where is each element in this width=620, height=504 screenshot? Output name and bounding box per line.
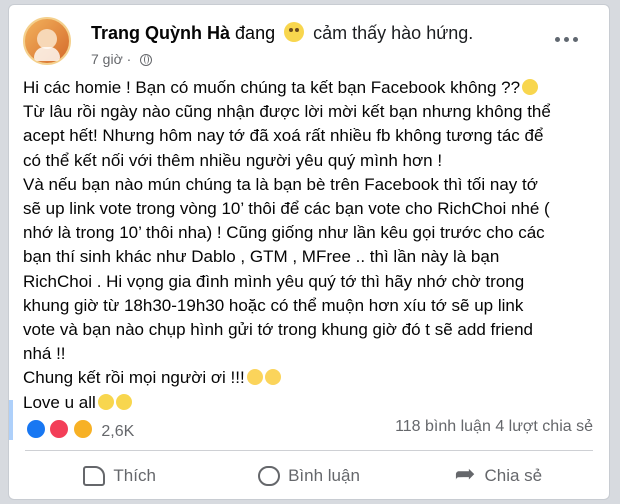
author-status-line: Trang Quỳnh Hà đang cảm thấy hào hứng.	[91, 22, 473, 44]
comment-count[interactable]: 118 bình luận	[395, 418, 491, 435]
actions-separator	[25, 450, 593, 451]
like-reaction-icon	[25, 418, 47, 440]
post-line-2: Từ lâu rồi ngày nào cũng nhận được lời m…	[23, 102, 551, 122]
share-icon	[455, 462, 477, 487]
post-line-12: nhá !!	[23, 344, 66, 364]
author-name[interactable]: Trang Quỳnh Hà	[91, 23, 230, 43]
meta-dot: ·	[126, 51, 132, 67]
post-line-8: bạn thí sinh khác như Dablo , GTM , MFre…	[23, 247, 500, 267]
emoji-icon	[522, 79, 539, 95]
share-button[interactable]: Chia sẻ	[404, 454, 593, 498]
feeling-status: cảm thấy hào hứng.	[313, 23, 474, 43]
happy-emoji-icon	[284, 22, 305, 42]
post-line-5: Và nếu bạn nào mún chúng ta là bạn bè tr…	[23, 174, 538, 194]
avatar-body	[34, 47, 60, 61]
comment-label: Bình luận	[288, 466, 360, 485]
post-line-1: Hi các homie ! Bạn có muốn chúng ta kết …	[23, 76, 593, 100]
post-text: Hi các homie ! Bạn có muốn chúng ta kết …	[23, 76, 593, 415]
post-line-13: Chung kết rồi mọi người ơi !!!	[23, 366, 593, 390]
more-options-icon[interactable]	[555, 37, 583, 47]
comment-icon	[258, 466, 281, 486]
comment-share-summary: 118 bình luận 4 lượt chia sẻ	[395, 418, 593, 436]
like-label: Thích	[113, 466, 156, 485]
share-label: Chia sẻ	[484, 466, 543, 485]
avatar[interactable]	[23, 17, 71, 65]
reaction-count[interactable]: 2,6K	[101, 423, 134, 440]
love-reaction-icon	[48, 418, 71, 440]
post-line-7: nhớ là trong 10’ thôi nha) ! Cũng giống …	[23, 223, 545, 243]
post-header: Trang Quỳnh Hà đang cảm thấy hào hứng. 7…	[23, 15, 597, 71]
status-before: đang	[235, 23, 276, 43]
post-line-10: khung giờ từ 18h30-19h30 hoặc có thể muộ…	[23, 295, 524, 315]
comment-button[interactable]: Bình luận	[214, 454, 403, 498]
like-button[interactable]: Thích	[25, 454, 214, 498]
avatar-face	[37, 29, 57, 49]
laugh-emoji-icon	[246, 369, 263, 386]
reaction-summary[interactable]: 2,6K 118 bình luận 4 lượt chia sẻ	[25, 418, 595, 442]
decorative-left-accent	[9, 400, 13, 440]
globe-icon	[140, 54, 153, 66]
post-line-6: sẽ up link vote trong vòng 10’ thôi để c…	[23, 199, 550, 219]
facebook-post-card: Trang Quỳnh Hà đang cảm thấy hào hứng. 7…	[8, 4, 610, 500]
post-line-11: vote và bạn nào chụp hình gửi tớ trong k…	[23, 320, 534, 340]
haha-reaction-icon	[71, 418, 94, 440]
hug-emoji-icon	[97, 393, 114, 410]
hug-emoji-icon	[115, 393, 132, 410]
post-line-3: acept hết! Nhưng hôm nay tớ đã xoá rất n…	[23, 126, 544, 146]
post-line-9: RichChoi . Hi vọng gia đình mình yêu quý…	[23, 271, 525, 291]
post-line-4: có thể kết nối với thêm nhiều người yêu …	[23, 150, 443, 170]
post-time[interactable]: 7 giờ	[91, 51, 123, 67]
post-meta: 7 giờ ·	[91, 51, 153, 67]
share-count[interactable]: 4 lượt chia sẻ	[495, 418, 593, 435]
like-icon	[83, 466, 106, 486]
laugh-emoji-icon	[264, 369, 281, 386]
post-line-14: Love u all	[23, 391, 593, 415]
post-actions: Thích Bình luận Chia sẻ	[25, 454, 593, 498]
